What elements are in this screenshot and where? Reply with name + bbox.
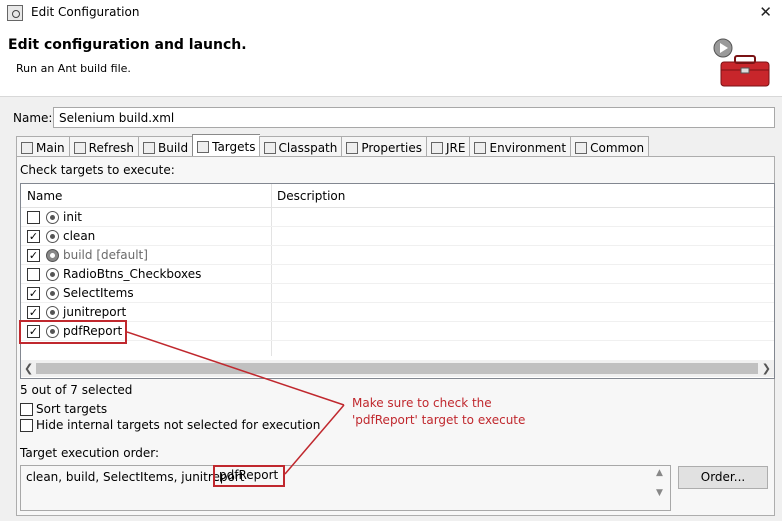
name-label: Name: <box>13 111 53 125</box>
tab-refresh[interactable]: Refresh <box>68 136 139 156</box>
sort-targets-label: Sort targets <box>36 402 108 416</box>
table-row[interactable]: RadioBtns_Checkboxes <box>21 265 774 284</box>
scrollbar-thumb[interactable] <box>36 363 758 374</box>
execution-order-highlight-text: pdfReport <box>219 468 279 482</box>
close-icon[interactable]: ✕ <box>759 3 772 21</box>
tab-label: Environment <box>489 140 567 155</box>
table-row[interactable]: ✓ SelectItems <box>21 284 774 303</box>
ant-target-icon <box>46 211 59 224</box>
selection-count: 5 out of 7 selected <box>20 383 133 397</box>
tab-environment[interactable]: Environment <box>469 136 572 156</box>
target-name: junitreport <box>63 305 127 319</box>
ant-target-icon <box>46 230 59 243</box>
sort-targets-checkbox[interactable] <box>20 402 33 416</box>
table-row[interactable]: init <box>21 208 774 227</box>
target-checkbox[interactable]: ✓ <box>27 249 40 262</box>
header-title: Edit configuration and launch. <box>8 37 247 53</box>
tab-label: Main <box>36 140 65 155</box>
table-row[interactable]: ✓ clean <box>21 227 774 246</box>
window-title: Edit Configuration <box>31 5 140 19</box>
sort-targets-option[interactable]: Sort targets <box>20 402 107 416</box>
scroll-right-icon[interactable]: ❯ <box>762 362 771 375</box>
hide-internal-option[interactable]: Hide internal targets not selected for e… <box>20 418 320 432</box>
targets-section-label: Check targets to execute: <box>20 163 175 177</box>
target-checkbox[interactable] <box>27 268 40 281</box>
targets-table: Name Description init ✓ clean ✓ build [defau… <box>20 183 775 379</box>
pdfreport-row-highlight <box>19 320 127 344</box>
tab-label: Common <box>590 140 645 155</box>
tab-label: Classpath <box>278 140 338 155</box>
tab-label: Refresh <box>88 140 134 155</box>
target-name: build [default] <box>63 248 148 262</box>
tab-jre[interactable]: JRE <box>426 136 471 156</box>
jre-icon <box>431 141 444 154</box>
table-row[interactable]: ✓ pdfReport <box>21 322 774 341</box>
target-name: init <box>63 210 82 224</box>
ant-target-icon <box>46 249 59 262</box>
classpath-icon <box>263 141 276 154</box>
ant-target-icon <box>46 287 59 300</box>
tab-classpath[interactable]: Classpath <box>258 136 343 156</box>
ant-target-icon <box>46 306 59 319</box>
horizontal-scrollbar[interactable]: ❮ ❯ <box>21 360 774 377</box>
refresh-icon <box>73 141 86 154</box>
header-message: Run an Ant build file. <box>16 62 131 75</box>
properties-icon <box>346 141 359 154</box>
target-checkbox[interactable]: ✓ <box>27 306 40 319</box>
column-header-description[interactable]: Description <box>277 189 345 203</box>
table-row[interactable]: ✓ junitreport <box>21 303 774 322</box>
execution-order-field[interactable]: clean, build, SelectItems, junitreport ▲… <box>20 465 671 511</box>
ant-toolbox-icon <box>713 38 770 87</box>
tab-targets[interactable]: Targets <box>192 134 260 156</box>
app-icon <box>7 5 23 21</box>
tab-build[interactable]: Build <box>137 136 194 156</box>
target-checkbox[interactable]: ✓ <box>27 287 40 300</box>
target-name: SelectItems <box>63 286 134 300</box>
target-name: clean <box>63 229 96 243</box>
tab-common[interactable]: Common <box>570 136 650 156</box>
environment-icon <box>474 141 487 154</box>
execution-order-list: clean, build, SelectItems, junitreport <box>26 470 245 484</box>
tab-properties[interactable]: Properties <box>341 136 428 156</box>
target-checkbox[interactable] <box>27 211 40 224</box>
table-row[interactable]: ✓ build [default] <box>21 246 774 265</box>
annotation-line-1: Make sure to check the <box>352 396 492 410</box>
execution-order-label: Target execution order: <box>20 446 160 460</box>
common-icon <box>575 141 588 154</box>
tab-main[interactable]: Main <box>16 136 70 156</box>
hide-internal-label: Hide internal targets not selected for e… <box>36 418 321 432</box>
targets-icon <box>197 140 210 153</box>
execution-order-text: clean, build, SelectItems, junitreport <box>26 470 245 484</box>
tab-bar: Main Refresh Build Targets Classpath Properti… <box>16 134 650 156</box>
main-icon <box>21 141 33 154</box>
tab-label: JRE <box>446 140 466 155</box>
target-name: RadioBtns_Checkboxes <box>63 267 202 281</box>
table-header: Name Description <box>21 184 774 208</box>
order-button[interactable]: Order... <box>678 466 768 489</box>
name-input[interactable] <box>53 107 775 128</box>
tab-label: Targets <box>212 139 256 154</box>
column-header-name[interactable]: Name <box>27 189 62 203</box>
scroll-left-icon[interactable]: ❮ <box>24 362 33 375</box>
ant-target-icon <box>46 268 59 281</box>
scroll-arrows-icon[interactable]: ▲ ▼ <box>656 468 663 498</box>
annotation-line-2: 'pdfReport' target to execute <box>352 413 526 427</box>
target-checkbox[interactable]: ✓ <box>27 230 40 243</box>
build-icon <box>142 141 155 154</box>
tab-label: Properties <box>361 140 423 155</box>
tab-label: Build <box>157 140 189 155</box>
annotation-note: Make sure to check the 'pdfReport' targe… <box>352 395 525 429</box>
hide-internal-checkbox[interactable] <box>20 418 33 432</box>
pdfreport-order-highlight: pdfReport <box>213 465 285 487</box>
